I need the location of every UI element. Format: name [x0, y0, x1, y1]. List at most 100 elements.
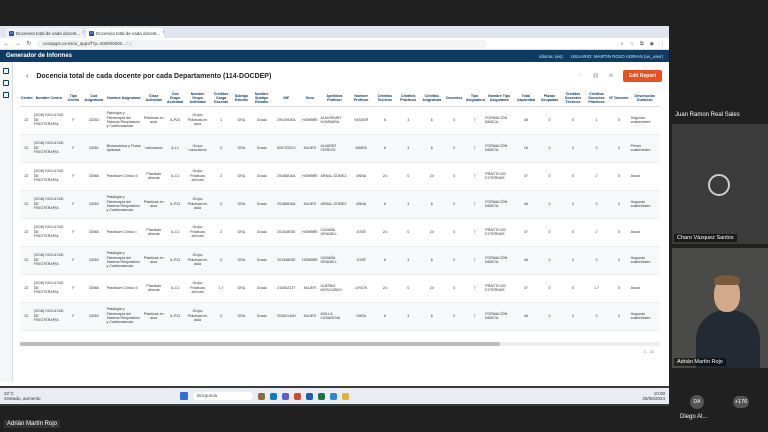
participant-video-tile[interactable]: Adrián Martín Rojo: [672, 248, 768, 368]
table-cell: GRA: [231, 190, 252, 219]
weather-widget[interactable]: 22°C Soleado, aumento: [4, 391, 41, 401]
close-icon[interactable]: ✕: [162, 30, 164, 36]
table-cell: 7: [464, 106, 485, 135]
column-header[interactable]: Nombre Asignatura: [105, 90, 142, 107]
profile-icon[interactable]: ◉: [650, 41, 654, 47]
column-header[interactable]: Clase Actividad: [141, 90, 166, 107]
table-cell: 6: [420, 190, 444, 219]
column-header[interactable]: Subtipo Estudio: [231, 90, 252, 107]
back-icon[interactable]: ←: [4, 41, 10, 47]
column-header[interactable]: Centro: [20, 90, 33, 107]
clock[interactable]: 10:00 28/06/2024: [642, 391, 665, 401]
powerpoint-icon[interactable]: [294, 392, 301, 400]
favorite-icon[interactable]: ♡: [578, 73, 582, 79]
column-header[interactable]: Nombre Centro: [32, 90, 65, 107]
table-cell: 22: [20, 190, 33, 219]
table-cell: FORMACIÓN BÁSICA: [484, 190, 515, 219]
report-title: Docencia total de cada docente por cada …: [36, 72, 272, 80]
reload-icon[interactable]: ↻: [26, 40, 32, 47]
user-menu[interactable]: USUARIO: MARTIN ROJO ADRIAN (uv_user): [571, 54, 663, 59]
forward-icon[interactable]: →: [15, 41, 21, 47]
table-cell: 0: [537, 162, 562, 191]
participant-avatar[interactable]: DA: [690, 395, 704, 409]
column-header[interactable]: Sexo: [300, 90, 320, 107]
teams-icon[interactable]: [282, 392, 289, 400]
history-icon[interactable]: [3, 92, 9, 98]
column-header[interactable]: Créditos Prácticos: [396, 90, 421, 107]
table-cell: 0: [608, 162, 630, 191]
table-cell: 0: [608, 106, 630, 135]
table-cell: FORMACIÓN BÁSICA: [484, 302, 515, 331]
table-cell: 0: [537, 134, 562, 163]
column-header[interactable]: Créditos Asignatura: [420, 90, 444, 107]
document-icon[interactable]: [3, 80, 9, 86]
star-icon[interactable]: ☆: [630, 41, 634, 47]
table-cell: 0: [561, 218, 585, 247]
more-participants-count[interactable]: +176: [733, 396, 749, 408]
link-icon[interactable]: ⛓: [592, 73, 598, 79]
table-cell: 6: [372, 106, 397, 135]
table-cell: Patología y Fisioterapia del Sistema Res…: [105, 190, 142, 219]
scrollbar-thumb[interactable]: [20, 342, 500, 346]
column-header[interactable]: Créditos Docentes Prácticos: [584, 90, 609, 107]
mail-icon[interactable]: ✉: [609, 73, 613, 79]
close-icon[interactable]: ✕: [82, 30, 84, 36]
table-cell: 3: [584, 190, 609, 219]
table-cell: Prácticum Clínico I: [105, 218, 142, 247]
column-header[interactable]: Nombre Grupo Actividad: [184, 90, 211, 107]
column-header[interactable]: Créditos Teóricos: [372, 90, 397, 107]
table-cell: 6: [372, 190, 397, 219]
word-icon[interactable]: [306, 392, 313, 400]
column-header[interactable]: Nombre Profesor: [349, 90, 373, 107]
report-table: Centro Nombre Centro Tipo Centro Cod Asigna…: [20, 90, 660, 331]
address-bar-row: ← → ↻ uxxiapps.uv.es/ui_apps/f?p=4000000…: [0, 38, 669, 50]
column-header[interactable]: Total Capacidad: [514, 90, 538, 107]
excel-icon[interactable]: [318, 392, 325, 400]
language-selector[interactable]: Idioma: (es): [539, 54, 563, 59]
column-header[interactable]: Tipo Centro: [64, 90, 83, 107]
taskbar-search[interactable]: Búsqueda: [193, 392, 253, 400]
table-cell: Patología y Fisioterapia del Sistema Res…: [105, 246, 142, 275]
column-header[interactable]: Tipo Asignatura: [464, 90, 485, 107]
table-cell: 7: [464, 274, 485, 303]
edge-icon[interactable]: [270, 392, 277, 400]
table-row: 22 (2018) FACULTAD DE FISIOTERAPIA F 33066 P…: [20, 274, 660, 303]
horizontal-scrollbar[interactable]: [20, 342, 660, 346]
edit-report-button[interactable]: Edit Report: [623, 70, 662, 82]
column-header[interactable]: Nombre Subtipo Estudio: [251, 90, 273, 107]
column-header[interactable]: Créditos Docentes Teóricos: [561, 90, 585, 107]
table-cell: (2018) FACULTAD DE FISIOTERAPIA: [32, 190, 65, 219]
menu-icon[interactable]: ⋮: [660, 41, 665, 47]
report-icon[interactable]: [3, 68, 9, 74]
column-header[interactable]: Docentes: [443, 90, 465, 107]
column-header[interactable]: Descripción Duración: [629, 90, 660, 107]
browser-tab-active[interactable]: UDocencia total de cada docent...✕: [86, 28, 164, 38]
table-cell: 3: [210, 190, 232, 219]
windows-start-icon[interactable]: [180, 392, 188, 400]
url-input[interactable]: uxxiapps.uv.es/ui_apps/f?p=400000000...:…: [37, 39, 487, 48]
column-header[interactable]: Apellidos Profesor: [319, 90, 350, 107]
column-header[interactable]: NIF: [272, 90, 301, 107]
table-cell: 0: [608, 246, 630, 275]
extensions-icon[interactable]: ⧉: [640, 41, 644, 47]
table-cell: Anual: [629, 162, 660, 191]
column-header[interactable]: Créditos Carga Docente: [210, 90, 232, 107]
table-cell: 33065: [82, 218, 106, 247]
column-header[interactable]: Nombre Tipo Asignatura: [484, 90, 515, 107]
table-cell: 0: [443, 190, 465, 219]
browser-tab[interactable]: UDocencia total de cada docent...✕: [6, 28, 84, 38]
file-explorer-icon[interactable]: [258, 392, 265, 400]
column-header[interactable]: Cod Grupo Actividad: [165, 90, 185, 107]
column-header[interactable]: Nº Docente: [608, 90, 630, 107]
table-cell: ARNAL GÓMEZ: [319, 162, 350, 191]
chrome-icon[interactable]: [342, 392, 349, 400]
back-arrow-icon[interactable]: ‹: [26, 73, 28, 80]
browser-tabbar: UDocencia total de cada docent...✕ UDoce…: [0, 26, 669, 38]
table-cell: 0: [443, 218, 465, 247]
table-cell: 0: [561, 274, 585, 303]
column-header[interactable]: Cod Asignatura: [82, 90, 106, 107]
outlook-icon[interactable]: [330, 392, 337, 400]
participant-tile[interactable]: Charo Vázquez Santos: [672, 124, 768, 244]
zoom-icon[interactable]: ⌕: [621, 41, 624, 47]
column-header[interactable]: Plazas Ocupadas: [537, 90, 562, 107]
